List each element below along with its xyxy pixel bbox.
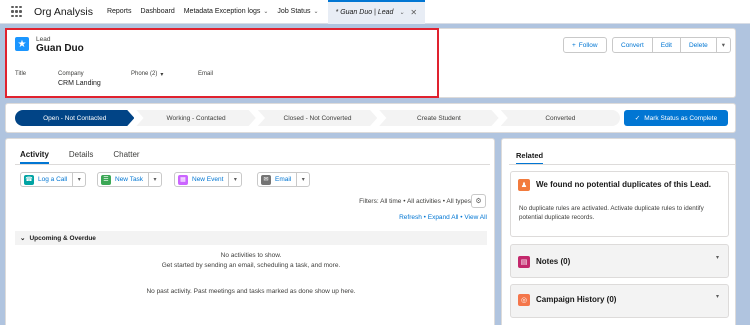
nav-item-label: Dashboard (140, 8, 175, 15)
email-icon: ✉ (261, 174, 271, 185)
email-label: Email (275, 176, 292, 183)
follow-label: Follow (578, 41, 598, 49)
phone-icon: ☎ (24, 174, 34, 185)
edit-button[interactable]: Edit (652, 37, 681, 53)
gear-icon[interactable]: ⚙ (471, 194, 486, 208)
duplicate-person-icon: ♟ (518, 179, 530, 191)
plus-icon: + (572, 41, 576, 49)
nav-item-dashboard[interactable]: Dashboard (140, 8, 174, 15)
field-phone[interactable]: Phone (2) ▾ (131, 71, 163, 78)
more-actions-button[interactable]: ▾ (716, 37, 732, 53)
tab-label: * Guan Duo | Lead (335, 9, 394, 16)
activity-filters: Filters: All time • All activities • All… (359, 198, 471, 205)
task-icon: ☰ (101, 174, 111, 185)
tab-divider (509, 164, 736, 165)
no-activities-text: No activities to show. (220, 252, 282, 259)
convert-button[interactable]: Convert (612, 37, 653, 53)
chevron-down-icon[interactable]: ▾ (716, 293, 719, 300)
chevron-down-icon[interactable]: ⌄ (399, 9, 404, 16)
campaign-history-title[interactable]: Campaign History (0) (536, 295, 616, 304)
field-label-email: Email (198, 71, 214, 77)
chevron-down-icon: ⌄ (20, 235, 26, 242)
record-name: Guan Duo (36, 43, 84, 54)
nav-item-metadata-exception-logs[interactable]: Metadata Exception logs ⌄ (184, 8, 269, 15)
new-task-button[interactable]: ☰ New Task ▾ (97, 172, 163, 187)
calendar-icon: ▦ (178, 174, 188, 185)
get-started-text: Get started by sending an email, schedul… (161, 262, 341, 269)
field-label-title: Title (15, 71, 27, 77)
follow-button[interactable]: + Follow (563, 37, 607, 53)
expand-all-link[interactable]: Expand All (428, 214, 459, 221)
chevron-down-icon: ▾ (160, 72, 164, 78)
log-call-label: Log a Call (38, 176, 68, 183)
nav-item-label: Metadata Exception logs (183, 8, 261, 15)
app-name: Org Analysis (34, 5, 93, 18)
notes-title[interactable]: Notes (0) (536, 257, 570, 266)
no-past-activity-text: No past activity. Past meetings and task… (146, 288, 356, 295)
chevron-down-icon[interactable]: ⌄ (314, 8, 319, 15)
chevron-down-icon[interactable]: ⌄ (263, 8, 268, 15)
mark-status-label: Mark Status as Complete (644, 114, 718, 122)
tab-details[interactable]: Details (69, 150, 93, 164)
star-icon: ★ (15, 37, 29, 51)
check-icon: ✓ (634, 115, 641, 122)
nav-item-label: Job Status (277, 8, 311, 15)
path-stage[interactable]: Open - Not Contacted (15, 110, 135, 126)
status-path: Open - Not Contacted Working - Contacted… (15, 110, 621, 126)
path-stage[interactable]: Working - Contacted (136, 110, 256, 126)
campaign-history-card: ◎ Campaign History (0) ▾ (510, 284, 729, 318)
tab-activity[interactable]: Activity (20, 150, 49, 164)
nav-item-job-status[interactable]: Job Status ⌄ (277, 8, 318, 15)
campaign-icon: ◎ (518, 294, 530, 306)
action-button-group: Convert Edit Delete ▾ (612, 37, 732, 53)
chevron-down-icon[interactable]: ▾ (296, 173, 309, 186)
nav-item-reports[interactable]: Reports (107, 8, 132, 15)
email-button[interactable]: ✉ Email ▾ (257, 172, 311, 187)
refresh-link[interactable]: Refresh (399, 214, 422, 221)
log-call-button[interactable]: ☎ Log a Call ▾ (20, 172, 87, 187)
new-event-label: New Event (192, 176, 224, 183)
chevron-down-icon[interactable]: ▾ (716, 254, 719, 261)
close-icon[interactable]: ✕ (410, 8, 417, 17)
nav-item-label: Reports (106, 8, 132, 15)
delete-button[interactable]: Delete (680, 37, 717, 53)
new-task-label: New Task (115, 176, 144, 183)
follow-group: + Follow (563, 37, 607, 53)
activity-links: Refresh • Expand All • View All (399, 214, 487, 221)
top-navigation: Org Analysis Reports Dashboard Metadata … (0, 0, 750, 24)
notes-icon: ▤ (518, 256, 530, 268)
path-stage[interactable]: Create Student (379, 110, 499, 126)
app-launcher-icon[interactable] (11, 5, 23, 18)
upcoming-overdue-header[interactable]: ⌄ Upcoming & Overdue (15, 231, 487, 245)
field-value-company: CRM Landing (58, 80, 101, 87)
new-event-button[interactable]: ▦ New Event ▾ (174, 172, 243, 187)
duplicates-card: ♟ We found no potential duplicates of th… (510, 171, 729, 237)
mark-status-complete-button[interactable]: ✓ Mark Status as Complete (624, 110, 728, 126)
chevron-down-icon[interactable]: ▾ (228, 173, 241, 186)
field-label-company: Company (58, 71, 84, 77)
notes-card: ▤ Notes (0) ▾ (510, 244, 729, 278)
chevron-down-icon[interactable]: ▾ (148, 173, 161, 186)
tab-chatter[interactable]: Chatter (113, 150, 139, 164)
upcoming-overdue-label: Upcoming & Overdue (29, 234, 96, 242)
path-stage[interactable]: Closed - Not Converted (257, 110, 378, 126)
record-type: Lead (36, 36, 51, 43)
tab-guan-duo-lead[interactable]: * Guan Duo | Lead ⌄ ✕ (327, 0, 426, 24)
view-all-link[interactable]: View All (464, 214, 487, 221)
activity-tabs: Activity Details Chatter (20, 150, 140, 164)
field-label-phone: Phone (2) (131, 71, 158, 77)
duplicates-description: No duplicate rules are activated. Activa… (519, 205, 704, 221)
chevron-down-icon[interactable]: ▾ (72, 173, 85, 186)
tab-related[interactable]: Related (516, 151, 544, 165)
tab-divider (15, 164, 490, 165)
path-stage[interactable]: Converted (500, 110, 621, 126)
duplicates-title: We found no potential duplicates of this… (536, 180, 711, 189)
chevron-down-icon: ▾ (721, 42, 726, 49)
